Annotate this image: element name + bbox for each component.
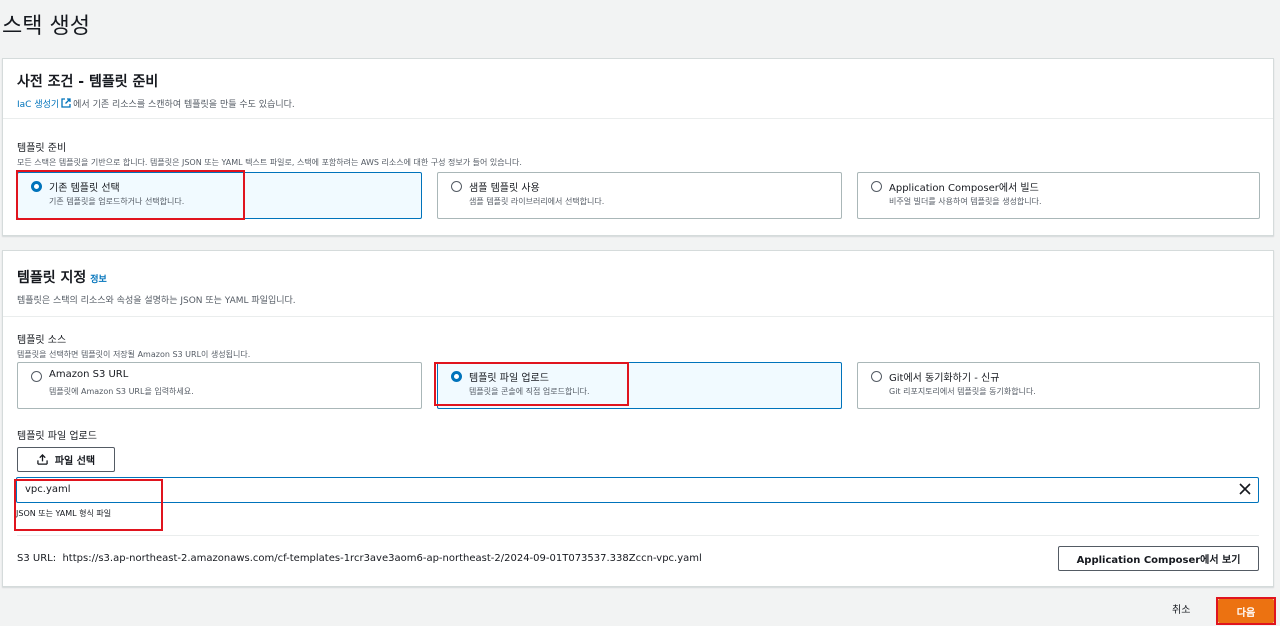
spec-title-row: 템플릿 지정 정보 [17,267,1259,287]
s3-url-row: S3 URL: https://s3.ap-northeast-2.amazon… [17,553,702,564]
choose-file-button[interactable]: 파일 선택 [17,447,115,472]
template-source-field: 템플릿 소스 템플릿을 선택하면 템플릿이 저장될 Amazon S3 URL이… [17,331,250,360]
option-desc: 기존 템플릿을 업로드하거나 선택합니다. [49,197,185,206]
cancel-button[interactable]: 취소 [1172,601,1190,616]
template-prep-label: 템플릿 준비 [17,143,67,154]
iac-generator-link[interactable]: IaC 생성기 [17,100,59,110]
template-source-desc: 템플릿을 선택하면 템플릿이 저장될 Amazon S3 URL이 생성됩니다. [17,350,251,359]
spec-header: 템플릿 지정 정보 템플릿은 스택의 리소스와 속성을 설명하는 JSON 또는 … [3,251,1273,317]
option-title: Git에서 동기화하기 - 신규 [889,373,1000,384]
iac-note: IaC 생성기 에서 기존 리소스를 스캔하여 템플릿을 만들 수도 있습니다. [17,97,1259,110]
option-title: 기존 템플릿 선택 [49,183,120,194]
option-s3-url[interactable]: Amazon S3 URL 템플릿에 Amazon S3 URL을 입력하세요. [17,362,422,409]
option-title: 템플릿 파일 업로드 [469,373,549,384]
close-icon[interactable] [1238,482,1252,496]
option-desc: 템플릿에 Amazon S3 URL을 입력하세요. [49,387,194,396]
info-link[interactable]: 정보 [90,275,107,285]
option-upload-file[interactable]: 템플릿 파일 업로드 템플릿을 콘솔에 직접 업로드합니다. [437,362,842,409]
upload-label: 템플릿 파일 업로드 [17,431,97,442]
s3-url-value: https://s3.ap-northeast-2.amazonaws.com/… [62,553,702,564]
view-in-composer-button[interactable]: Application Composer에서 보기 [1058,546,1259,571]
option-title: Amazon S3 URL [49,369,129,380]
file-name: vpc.yaml [25,484,71,495]
spec-subtitle: 템플릿은 스택의 리소스와 속성을 설명하는 JSON 또는 YAML 파일입니… [17,296,296,306]
file-hint: JSON 또는 YAML 형식 파일 [16,509,112,518]
view-composer-label: Application Composer에서 보기 [1076,555,1241,566]
template-prep-field: 템플릿 준비 모든 스택은 템플릿을 기반으로 합니다. 템플릿은 JSON 또… [17,139,522,168]
option-desc: 템플릿을 콘솔에 직접 업로드합니다. [469,387,590,396]
radio-sample-template[interactable] [451,181,462,192]
prereq-panel: 사전 조건 - 템플릿 준비 IaC 생성기 에서 기존 리소스를 스캔하여 템플… [2,58,1274,236]
option-existing-template[interactable]: 기존 템플릿 선택 기존 템플릿을 업로드하거나 선택합니다. [17,172,422,219]
option-title: Application Composer에서 빌드 [889,183,1039,194]
radio-existing-template[interactable] [31,181,42,192]
option-desc: Git 리포지토리에서 템플릿을 동기화합니다. [889,387,1036,396]
option-desc: 비주얼 빌더를 사용하여 템플릿을 생성합니다. [889,197,1042,206]
choose-file-label: 파일 선택 [54,456,96,467]
option-git-sync[interactable]: Git에서 동기화하기 - 신규 Git 리포지토리에서 템플릿을 동기화합니다… [857,362,1260,409]
upload-icon [37,454,48,465]
s3-url-label: S3 URL: [17,553,57,564]
uploaded-file-token: vpc.yaml [16,477,1259,503]
prereq-title: 사전 조건 - 템플릿 준비 [17,74,159,90]
prereq-header: 사전 조건 - 템플릿 준비 IaC 생성기 에서 기존 리소스를 스캔하여 템플… [3,59,1273,119]
template-source-label: 템플릿 소스 [17,335,67,346]
template-prep-desc: 모든 스택은 템플릿을 기반으로 합니다. 템플릿은 JSON 또는 YAML … [17,158,522,167]
external-link-icon [61,98,71,108]
next-button[interactable]: 다음 [1218,599,1274,623]
radio-upload-file[interactable] [451,371,462,382]
spec-panel: 템플릿 지정 정보 템플릿은 스택의 리소스와 속성을 설명하는 JSON 또는 … [2,250,1274,587]
option-desc: 샘플 템플릿 라이브러리에서 선택합니다. [469,197,605,206]
spec-title: 템플릿 지정 [17,270,87,286]
option-composer-build[interactable]: Application Composer에서 빌드 비주얼 빌더를 사용하여 템… [857,172,1260,219]
radio-git-sync[interactable] [871,371,882,382]
option-title: 샘플 템플릿 사용 [469,183,540,194]
iac-desc: 에서 기존 리소스를 스캔하여 템플릿을 만들 수도 있습니다. [73,100,295,110]
option-sample-template[interactable]: 샘플 템플릿 사용 샘플 템플릿 라이브러리에서 선택합니다. [437,172,842,219]
radio-composer-build[interactable] [871,181,882,192]
page-title: 스택 생성 [2,14,90,39]
divider [17,535,1259,536]
radio-s3-url[interactable] [31,371,42,382]
